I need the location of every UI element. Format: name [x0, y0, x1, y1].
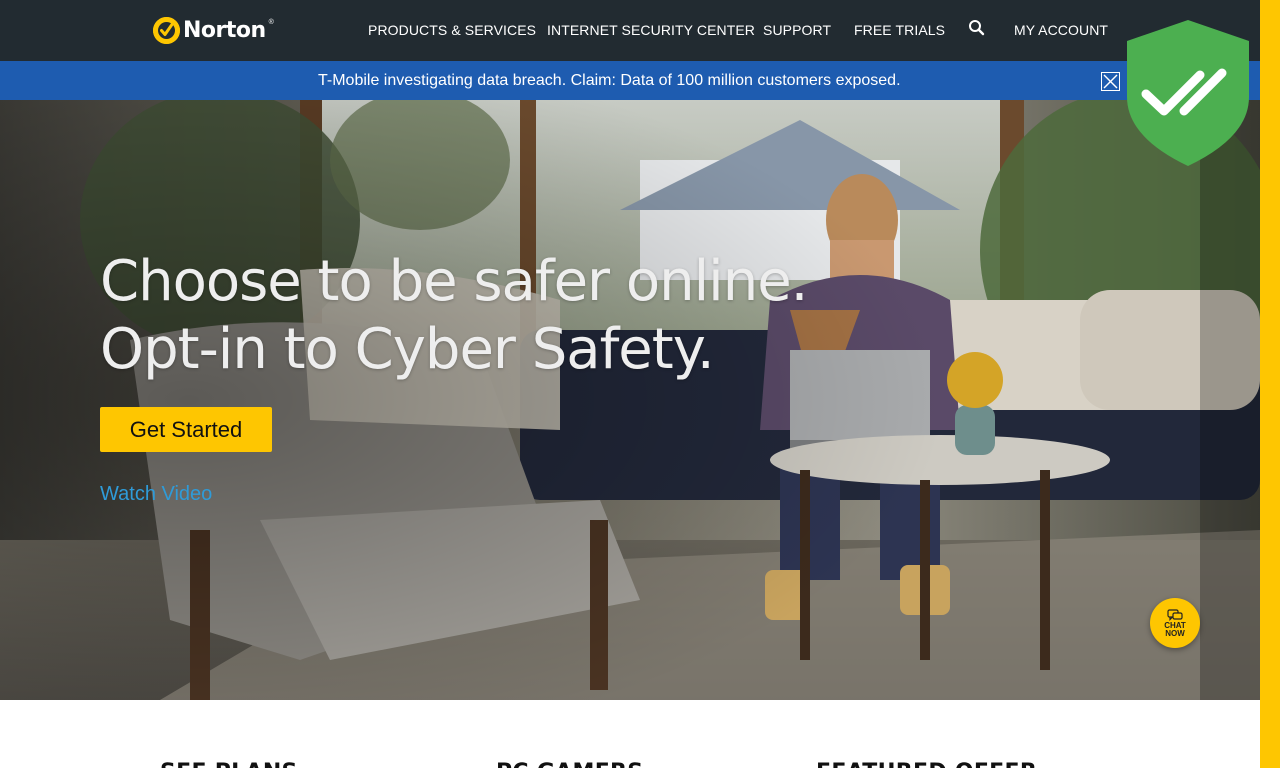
featured-offer-heading: FEATURED OFFER: [816, 760, 1037, 768]
side-rail: [1260, 0, 1280, 768]
logo-wordmark: Norton: [183, 17, 266, 43]
hero-section: Choose to be safer online. Opt-in to Cyb…: [0, 100, 1260, 700]
hero-headline: Choose to be safer online. Opt-in to Cyb…: [100, 248, 808, 384]
logo-trademark: ®: [268, 19, 274, 26]
norton-checkmark-icon: [153, 16, 180, 44]
nav-internet-security-center[interactable]: INTERNET SECURITY CENTER: [547, 22, 755, 38]
pc-gamers-heading: PC GAMERS: [496, 760, 643, 768]
nav-my-account[interactable]: MY ACCOUNT: [1014, 22, 1108, 38]
nav-products-services[interactable]: PRODUCTS & SERVICES: [368, 22, 536, 38]
nav-support[interactable]: SUPPORT: [763, 22, 831, 38]
offers-section: SEE PLANS PC GAMERS FEATURED OFFER: [0, 700, 1260, 768]
top-navigation: Norton ® PRODUCTS & SERVICES INTERNET SE…: [0, 0, 1260, 61]
close-icon[interactable]: [1101, 72, 1120, 91]
hero-headline-line-2: Opt-in to Cyber Safety.: [100, 317, 715, 382]
chat-bubble-icon: [1167, 608, 1183, 621]
nav-free-trials[interactable]: FREE TRIALS: [854, 22, 945, 38]
alert-text[interactable]: T-Mobile investigating data breach. Clai…: [318, 72, 901, 90]
chat-now-button[interactable]: CHAT NOW: [1150, 598, 1200, 648]
chat-now-label: CHAT NOW: [1164, 620, 1186, 638]
search-icon[interactable]: [968, 19, 986, 37]
news-alert-banner: T-Mobile investigating data breach. Clai…: [0, 61, 1260, 100]
get-started-button[interactable]: Get Started: [100, 407, 272, 452]
hero-headline-line-1: Choose to be safer online.: [100, 249, 808, 314]
hero-background-image: [0, 100, 1260, 700]
norton-logo[interactable]: Norton ®: [153, 15, 274, 45]
see-plans-heading: SEE PLANS: [160, 760, 298, 768]
double-check-shield-icon[interactable]: [1126, 19, 1250, 167]
watch-video-link[interactable]: Watch Video: [100, 483, 212, 506]
